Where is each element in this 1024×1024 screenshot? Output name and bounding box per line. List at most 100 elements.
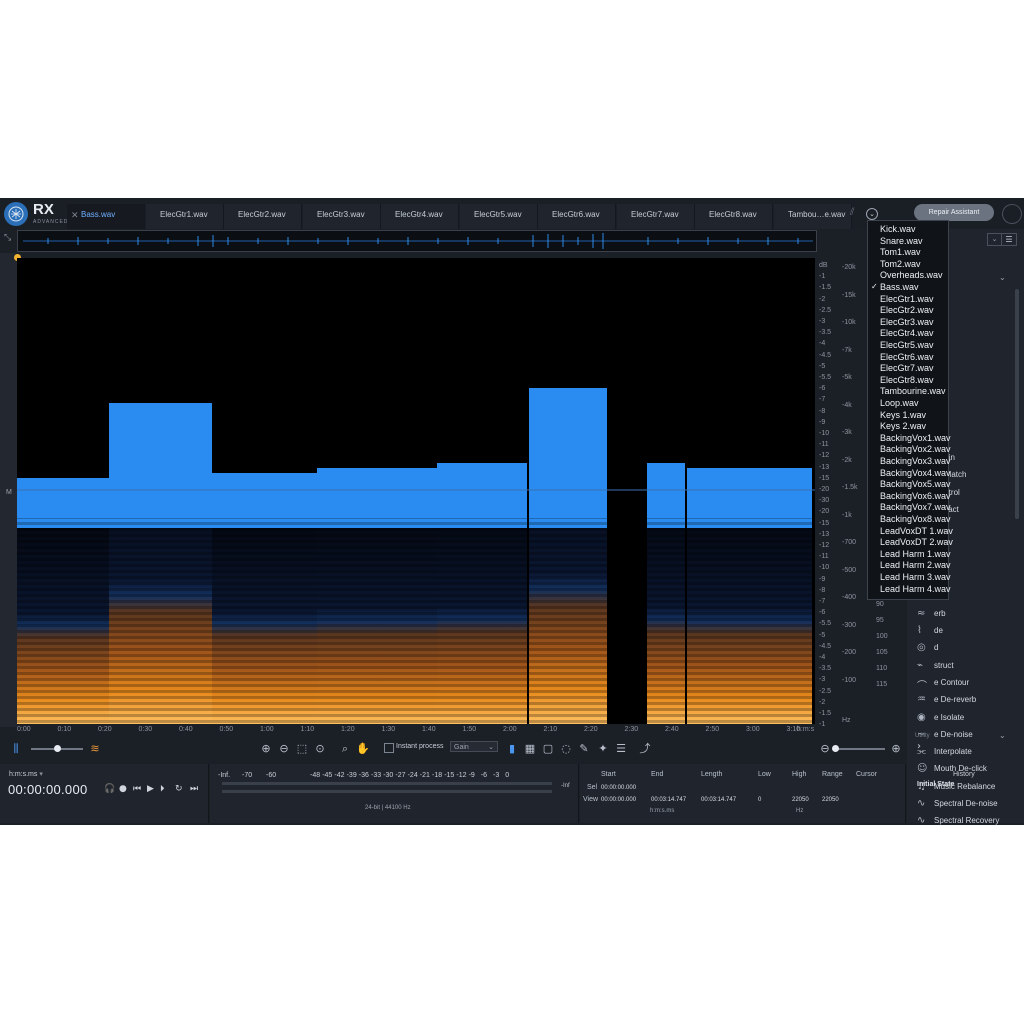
- dropdown-item[interactable]: BackingVox5.wav: [880, 479, 951, 489]
- tab-elecgtr3[interactable]: ElecGtr3.wav: [303, 204, 381, 229]
- module-item[interactable]: e De-noise: [934, 730, 973, 739]
- tab-elecgtr4[interactable]: ElecGtr4.wav: [381, 204, 459, 229]
- close-icon[interactable]: ✕: [71, 204, 79, 226]
- module-item[interactable]: e Contour: [934, 678, 969, 687]
- tab-elecgtr7[interactable]: ElecGtr7.wav: [617, 204, 695, 229]
- dropdown-item[interactable]: ElecGtr3.wav: [880, 317, 934, 327]
- dropdown-item[interactable]: ElecGtr4.wav: [880, 328, 934, 338]
- module-item[interactable]: Interpolate: [934, 747, 972, 756]
- freq-selection-icon[interactable]: ▦: [523, 742, 537, 756]
- brush-icon[interactable]: ✎: [577, 742, 591, 756]
- module-scrollbar[interactable]: [1015, 289, 1019, 519]
- module-item[interactable]: Mouth De-click: [934, 764, 987, 773]
- dropdown-item[interactable]: Keys 1.wav: [880, 410, 926, 420]
- magic-wand-icon[interactable]: ✦: [596, 742, 610, 756]
- dropdown-item[interactable]: Loop.wav: [880, 398, 919, 408]
- dropdown-item[interactable]: BackingVox3.wav: [880, 456, 951, 466]
- range-field[interactable]: 22050: [822, 797, 839, 803]
- zoom-in-icon[interactable]: ⊕: [259, 742, 273, 756]
- view-length-field[interactable]: 00:03:14.747: [701, 797, 736, 803]
- play-icon[interactable]: ▶: [147, 784, 154, 794]
- tab-elecgtr5[interactable]: ElecGtr5.wav: [460, 204, 538, 229]
- zoom-selection-icon[interactable]: ⬚: [295, 742, 309, 756]
- zoom-out-freq-icon[interactable]: ⊖: [818, 742, 832, 756]
- box-selection-icon[interactable]: ▢: [541, 742, 555, 756]
- harmonic-select-icon[interactable]: ☰: [614, 742, 628, 756]
- high-field[interactable]: 22050: [792, 797, 809, 803]
- zoom-in-freq-icon[interactable]: ⊕: [889, 742, 903, 756]
- time-selection-icon[interactable]: ▮: [505, 742, 519, 756]
- dropdown-item[interactable]: ElecGtr8.wav: [880, 375, 934, 385]
- dropdown-item[interactable]: BackingVox1.wav: [880, 433, 951, 443]
- dropdown-item[interactable]: Lead Harm 2.wav: [880, 560, 951, 570]
- dropdown-item[interactable]: Snare.wav: [880, 236, 923, 246]
- module-item[interactable]: Spectral De-noise: [934, 799, 998, 808]
- module-item[interactable]: e De-reverb: [934, 695, 976, 704]
- dropdown-item[interactable]: Tom1.wav: [880, 247, 921, 257]
- tab-list-chevron-icon[interactable]: ⌄: [866, 208, 878, 220]
- rx-logo-icon[interactable]: [4, 202, 28, 226]
- dropdown-item[interactable]: Tom2.wav: [880, 259, 921, 269]
- tab-elecgtr6[interactable]: ElecGtr6.wav: [538, 204, 616, 229]
- skip-back-icon[interactable]: ⏮: [133, 784, 141, 794]
- tab-elecgtr1[interactable]: ElecGtr1.wav: [146, 204, 224, 229]
- zoom-fit-icon[interactable]: ⊙: [313, 742, 327, 756]
- tab-elecgtr8[interactable]: ElecGtr8.wav: [695, 204, 773, 229]
- gain-select[interactable]: Gain ⌄: [450, 741, 498, 752]
- dropdown-item[interactable]: Lead Harm 3.wav: [880, 572, 951, 582]
- chevron-down-icon[interactable]: ⌄: [999, 273, 1006, 282]
- dropdown-item[interactable]: ElecGtr7.wav: [880, 363, 934, 373]
- dropdown-item[interactable]: Bass.wav: [880, 282, 919, 292]
- dropdown-item[interactable]: LeadVoxDT 2.wav: [880, 537, 953, 547]
- dropdown-item[interactable]: ElecGtr1.wav: [880, 294, 934, 304]
- dropdown-item[interactable]: BackingVox4.wav: [880, 468, 951, 478]
- record-icon[interactable]: ●: [119, 784, 127, 794]
- waveform-icon[interactable]: ⫼: [9, 742, 23, 756]
- dropdown-item[interactable]: ElecGtr2.wav: [880, 305, 934, 315]
- dropdown-item[interactable]: ElecGtr6.wav: [880, 352, 934, 362]
- tab-scroll-icon[interactable]: ⫽: [850, 207, 854, 218]
- dropdown-item[interactable]: BackingVox6.wav: [880, 491, 951, 501]
- search-icon[interactable]: ⌕: [338, 742, 352, 756]
- dropdown-item[interactable]: Tambourine.wav: [880, 386, 946, 396]
- play-selection-icon[interactable]: ⏵: [160, 784, 165, 794]
- dropdown-item[interactable]: ElecGtr5.wav: [880, 340, 934, 350]
- chevron-down-icon[interactable]: ⌄: [999, 731, 1006, 740]
- module-item[interactable]: struct: [934, 661, 954, 670]
- hand-icon[interactable]: ✋: [356, 742, 370, 756]
- module-filter-chevron-icon[interactable]: ⌄: [987, 233, 1002, 246]
- low-field[interactable]: 0: [758, 797, 761, 803]
- sel-start-field[interactable]: 00:00:00.000: [601, 785, 636, 791]
- dropdown-item[interactable]: BackingVox7.wav: [880, 502, 951, 512]
- dropdown-item[interactable]: BackingVox8.wav: [880, 514, 951, 524]
- instant-process-checkbox[interactable]: [384, 743, 394, 753]
- module-item[interactable]: e Isolate: [934, 713, 964, 722]
- tab-bass[interactable]: ✕ Bass.wav: [67, 204, 145, 229]
- menu-icon[interactable]: ☰: [1001, 233, 1017, 246]
- module-item[interactable]: Music Rebalance: [934, 782, 995, 791]
- dropdown-item[interactable]: Overheads.wav: [880, 270, 943, 280]
- tab-tambourine[interactable]: Tambou…e.wav: [774, 204, 852, 229]
- dropdown-item[interactable]: Kick.wav: [880, 224, 916, 234]
- time-format-select[interactable]: h:m:s.ms ▾: [9, 770, 43, 778]
- skip-end-icon[interactable]: ⏭: [190, 784, 198, 794]
- zoom-out-icon[interactable]: ⊖: [277, 742, 291, 756]
- dropdown-item[interactable]: BackingVox2.wav: [880, 444, 951, 454]
- module-item[interactable]: d: [934, 643, 938, 652]
- slider-knob[interactable]: [54, 745, 61, 752]
- lasso-icon[interactable]: ◌: [559, 742, 573, 756]
- dropdown-item[interactable]: Lead Harm 4.wav: [880, 584, 951, 594]
- module-item[interactable]: de: [934, 626, 943, 635]
- overview-waveform[interactable]: [17, 230, 817, 252]
- dropdown-item[interactable]: Keys 2.wav: [880, 421, 926, 431]
- dropdown-item[interactable]: LeadVoxDT 1.wav: [880, 526, 953, 536]
- view-start-field[interactable]: 00:00:00.000: [601, 797, 636, 803]
- dropdown-item[interactable]: Lead Harm 1.wav: [880, 549, 951, 559]
- view-end-field[interactable]: 00:03:14.747: [651, 797, 686, 803]
- slider-knob[interactable]: [832, 745, 839, 752]
- module-item[interactable]: erb: [934, 609, 946, 618]
- freq-zoom-slider[interactable]: [833, 748, 885, 750]
- curve-icon[interactable]: ⤴: [638, 742, 652, 756]
- collapse-overview-icon[interactable]: ⤡: [4, 233, 11, 243]
- repair-assistant-button[interactable]: Repair Assistant: [914, 204, 994, 221]
